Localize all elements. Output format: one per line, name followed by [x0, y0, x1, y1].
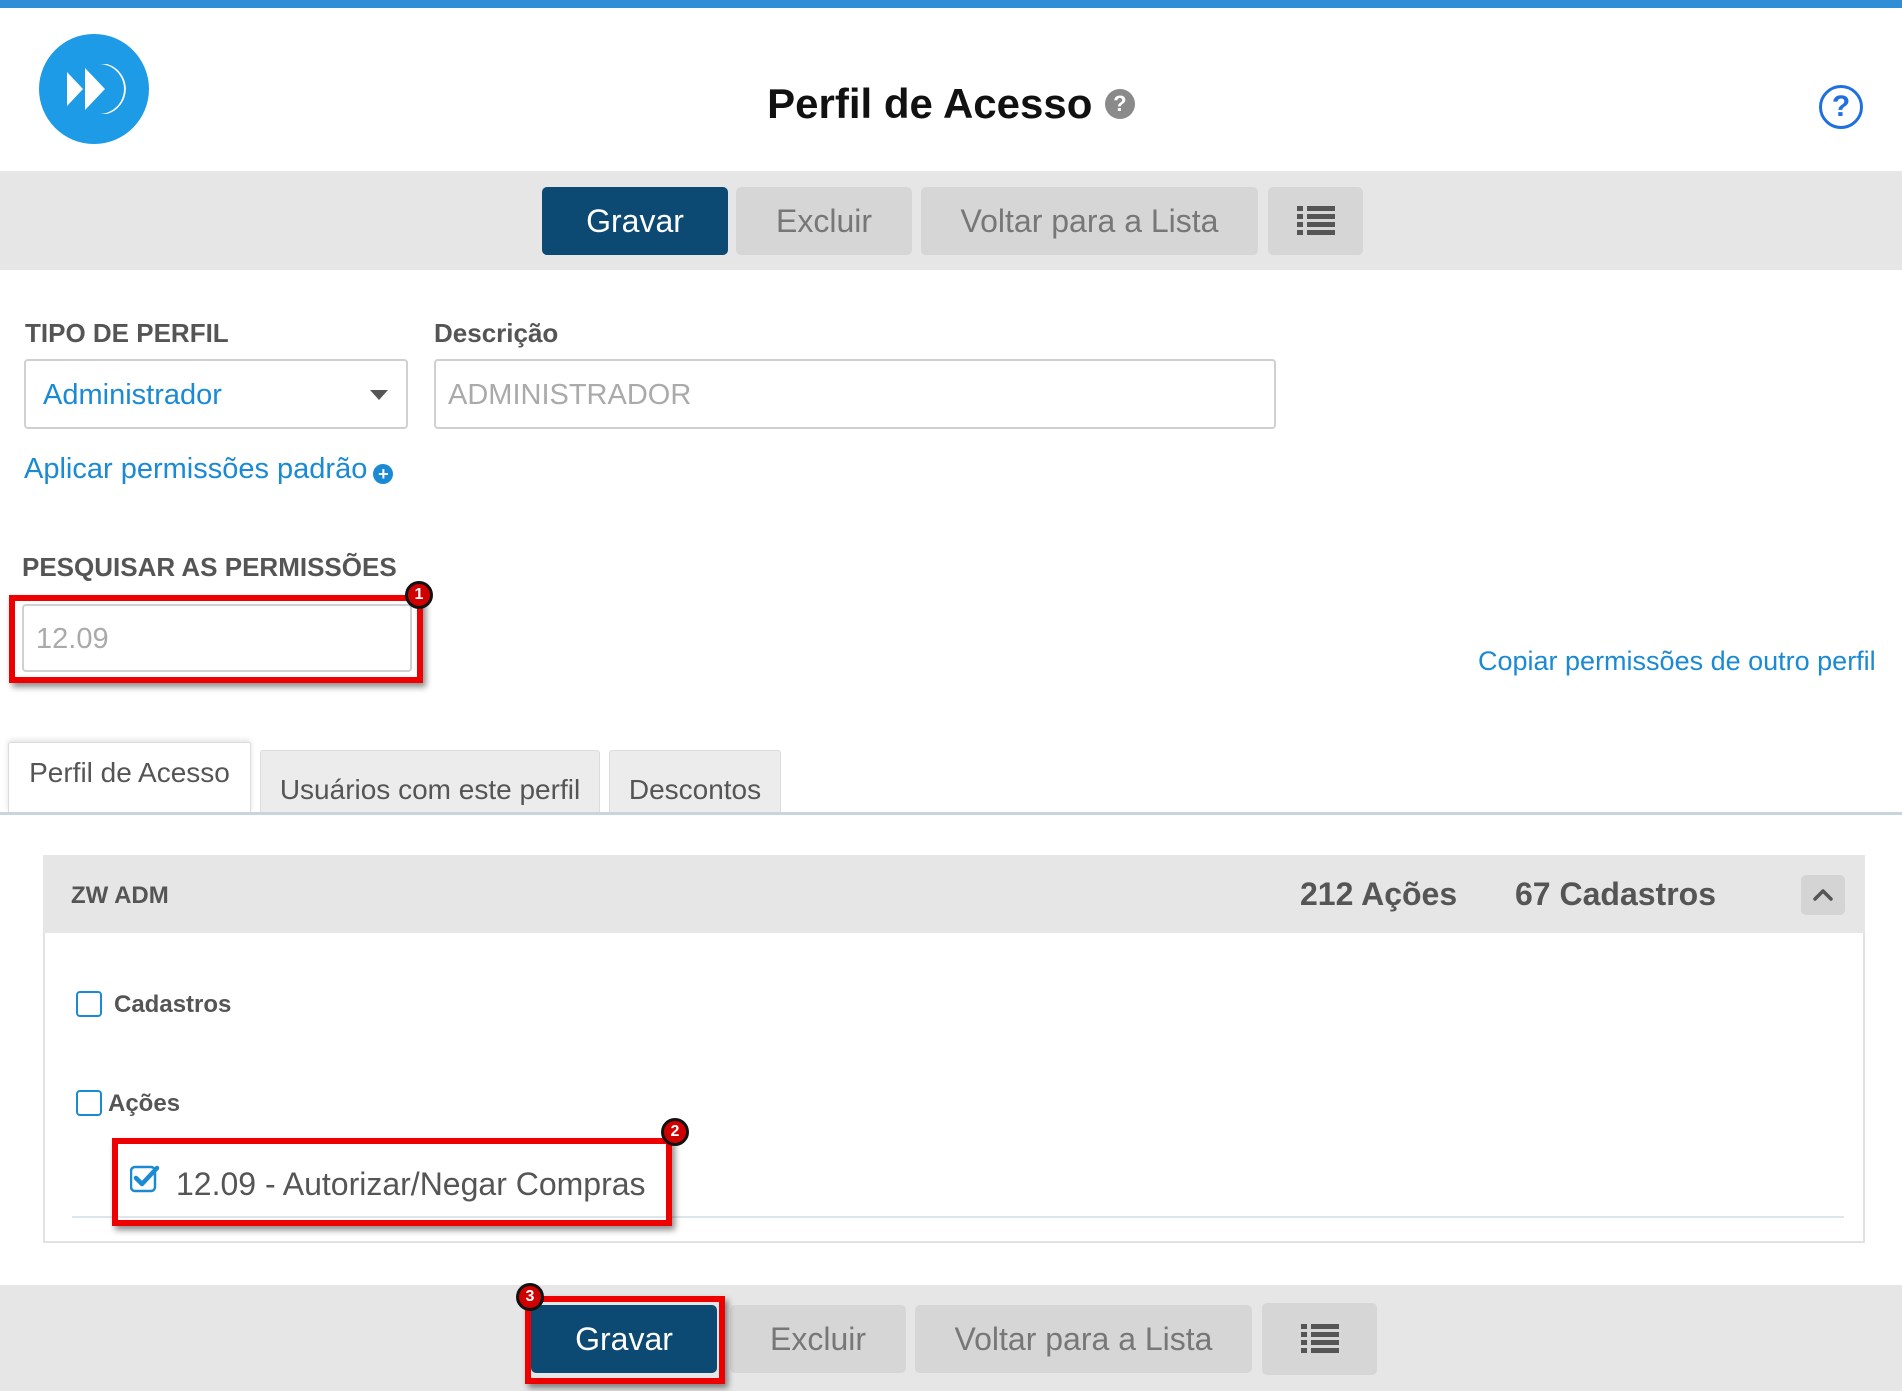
tab-users[interactable]: Usuários com este perfil	[260, 750, 600, 812]
save-button[interactable]: Gravar	[542, 187, 728, 255]
step-badge-1: 1	[405, 581, 433, 609]
search-permissions-label: PESQUISAR AS PERMISSÕES	[22, 552, 397, 582]
bottom-toolbar: Gravar Excluir Voltar para a Lista	[0, 1285, 1902, 1391]
highlight-box-save	[525, 1296, 725, 1384]
delete-button-bottom[interactable]: Excluir	[730, 1305, 906, 1373]
profile-type-label: TIPO DE PERFIL	[25, 318, 229, 348]
actions-checkbox-label: Ações	[108, 1090, 181, 1117]
collapse-button[interactable]	[1801, 875, 1845, 915]
registers-checkbox-label: Cadastros	[114, 991, 232, 1018]
description-label: Descrição	[434, 318, 559, 348]
top-accent-bar	[0, 0, 1902, 8]
tab-underline	[0, 812, 1902, 815]
step-badge-2: 2	[661, 1118, 689, 1146]
apply-defaults-label: Aplicar permissões padrão	[24, 453, 368, 485]
highlight-box-item	[112, 1138, 672, 1226]
apply-default-permissions-link[interactable]: Aplicar permissões padrão +	[24, 453, 394, 486]
actions-checkbox[interactable]	[76, 1090, 102, 1116]
registers-checkbox[interactable]	[76, 991, 102, 1017]
tab-profile[interactable]: Perfil de Acesso	[8, 742, 251, 812]
description-field[interactable]: ADMINISTRADOR	[434, 359, 1276, 429]
plus-circle-icon: +	[373, 463, 394, 484]
registers-count: 67 Cadastros	[1515, 876, 1716, 912]
back-to-list-button-bottom[interactable]: Voltar para a Lista	[915, 1305, 1252, 1373]
list-icon	[1296, 206, 1335, 236]
profile-type-select[interactable]: Administrador	[24, 359, 408, 429]
caret-down-icon	[370, 390, 388, 400]
copy-permissions-link[interactable]: Copiar permissões de outro perfil	[1478, 646, 1876, 677]
tab-discounts[interactable]: Descontos	[609, 750, 781, 812]
page-title: Perfil de Acesso	[767, 80, 1093, 127]
list-view-button[interactable]	[1268, 187, 1363, 255]
help-icon[interactable]: ?	[1819, 85, 1863, 129]
actions-count: 212 Ações	[1300, 876, 1458, 912]
title-help-icon[interactable]: ?	[1104, 89, 1135, 119]
back-to-list-button[interactable]: Voltar para a Lista	[921, 187, 1258, 255]
page-header: Perfil de Acesso ?	[0, 80, 1902, 140]
highlight-box-search	[9, 595, 423, 683]
panel-title: ZW ADM	[71, 882, 169, 909]
profile-type-value: Administrador	[43, 379, 222, 411]
step-badge-3: 3	[516, 1283, 544, 1311]
list-view-button-bottom[interactable]	[1262, 1303, 1377, 1375]
delete-button[interactable]: Excluir	[736, 187, 912, 255]
description-value: ADMINISTRADOR	[448, 379, 692, 411]
chevron-up-icon	[1813, 889, 1833, 901]
top-toolbar: Gravar Excluir Voltar para a Lista	[0, 171, 1902, 270]
list-icon	[1300, 1324, 1339, 1354]
